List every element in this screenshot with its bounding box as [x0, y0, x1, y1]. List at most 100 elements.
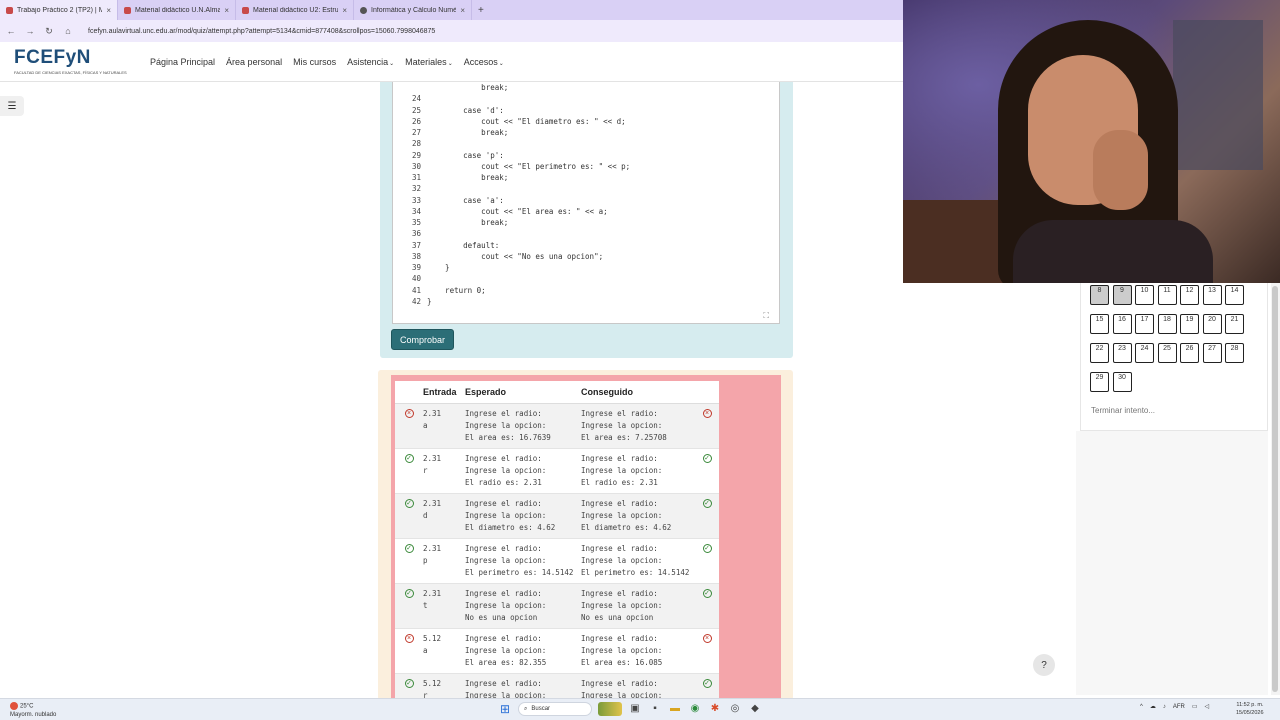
close-tab-icon[interactable]: × [460, 6, 465, 15]
quiz-nav-button[interactable]: 24 [1135, 343, 1154, 363]
result-row: × 5.12 a Ingrese el radio: Ingrese la opci… [395, 628, 719, 674]
entrada-cell: 5.12 a [423, 628, 465, 674]
nav-item[interactable]: Asistencia⌄ [347, 57, 394, 67]
tab-label: Informática y Cálculo Numérico [371, 6, 457, 14]
webcam-shelf [1173, 20, 1263, 170]
status-cell: × [695, 403, 719, 449]
code-line: 37 default: [393, 240, 630, 251]
status-cell: ✓ [395, 493, 423, 539]
chrome-icon[interactable]: ◉ [688, 702, 702, 716]
start-icon[interactable]: ⊞ [498, 702, 512, 716]
entrada-text: 2.31 p [423, 543, 442, 565]
line-number: 35 [411, 218, 421, 227]
code-line: 41 return 0; [393, 285, 630, 296]
conseguido-cell: Ingrese el radio: Ingrese la opcion: El … [581, 403, 695, 449]
reload-icon[interactable]: ↻ [44, 26, 54, 37]
quiz-nav-button[interactable]: 14 [1225, 285, 1244, 305]
quiz-nav-button[interactable]: 12 [1180, 285, 1199, 305]
nav-item[interactable]: Materiales⌄ [405, 57, 453, 67]
search-highlight-image[interactable] [598, 702, 622, 716]
course-index-toggle-icon[interactable]: ☰ [0, 96, 24, 116]
quiz-nav-button[interactable]: 11 [1157, 285, 1177, 305]
conseguido-text: Ingrese el radio: Ingrese la opcion: El … [581, 543, 690, 577]
taskbar-clock[interactable]: 11:52 p. m. 15/05/2026 [1236, 701, 1264, 717]
language-indicator[interactable]: AFR [1173, 704, 1185, 710]
tray-chevron-icon[interactable]: ^ [1140, 704, 1143, 710]
taskbar-search-label: Buscar [531, 706, 551, 712]
quiz-nav-button[interactable]: 16 [1112, 314, 1132, 334]
display-icon[interactable]: ▭ [1192, 703, 1198, 710]
volume-icon[interactable]: ◁ [1205, 703, 1210, 710]
result-row: ✓ 2.31 d Ingrese el radio: Ingrese la opci… [395, 493, 719, 539]
quiz-nav-button[interactable]: 29 [1090, 372, 1109, 392]
code-editor[interactable]: break; 24 25 case 'd': 26 cout << "El diame… [392, 82, 780, 324]
site-logo[interactable]: FCEFyN FACULTAD DE CIENCIAS EXACTAS, FÍS… [14, 47, 127, 75]
esperado-cell: Ingrese el radio: Ingrese la opcion: El … [465, 448, 581, 494]
nav-item[interactable]: Área personal [226, 57, 282, 67]
scrollbar-thumb[interactable] [1272, 286, 1278, 692]
quiz-nav-button[interactable]: 9 [1112, 285, 1132, 305]
quiz-nav-button[interactable]: 25 [1157, 343, 1177, 363]
quiz-nav-button[interactable]: 8 [1090, 285, 1109, 305]
browser-tab[interactable]: Material didáctico U2: Estructuras× [236, 0, 354, 20]
app-icon[interactable]: ✱ [708, 702, 722, 716]
nav-item[interactable]: Accesos⌄ [464, 57, 504, 67]
close-tab-icon[interactable]: × [342, 6, 347, 15]
line-code: case 'p': [427, 150, 504, 160]
mic-icon[interactable]: ♪ [1163, 704, 1166, 710]
help-button[interactable]: ? [1033, 654, 1055, 676]
network-icon[interactable]: ☁ [1150, 703, 1156, 710]
forward-icon[interactable]: → [25, 26, 35, 36]
site-header: FCEFyN FACULTAD DE CIENCIAS EXACTAS, FÍS… [0, 42, 903, 82]
quiz-nav-button[interactable]: 17 [1135, 314, 1154, 334]
line-code: cout << "El diametro es: " << d; [427, 116, 626, 126]
back-icon[interactable]: ← [6, 26, 16, 36]
new-tab-icon[interactable]: + [472, 0, 490, 20]
quiz-nav-button[interactable]: 23 [1112, 343, 1132, 363]
close-tab-icon[interactable]: × [224, 6, 229, 15]
code-line: 40 [393, 273, 630, 284]
browser-tab[interactable]: Trabajo Práctico 2 (TP2) | MYA× [0, 0, 118, 20]
status-cell: ✓ [395, 583, 423, 629]
quiz-nav-button[interactable]: 21 [1225, 314, 1244, 334]
check-circle-icon: ✓ [702, 498, 712, 508]
quiz-nav-button[interactable]: 27 [1202, 343, 1222, 363]
nav-item[interactable]: Página Principal [150, 57, 215, 67]
fullscreen-icon[interactable]: ⛶ [763, 311, 769, 321]
conseguido-header: Conseguido [581, 381, 695, 404]
quiz-nav-button[interactable]: 22 [1090, 343, 1109, 363]
line-code: } [427, 296, 432, 306]
line-number: 27 [411, 128, 421, 137]
home-icon[interactable]: ⌂ [63, 26, 73, 36]
quiz-nav-button[interactable]: 19 [1180, 314, 1199, 334]
weather-widget[interactable]: 25°C Mayorm. nublado [10, 702, 56, 719]
quiz-nav-button[interactable]: 20 [1202, 314, 1222, 334]
quiz-nav-button[interactable]: 10 [1135, 285, 1154, 305]
check-button[interactable]: Comprobar [391, 329, 455, 350]
quiz-nav-button[interactable]: 13 [1202, 285, 1222, 305]
browser-tab[interactable]: Informática y Cálculo Numérico× [354, 0, 472, 20]
app-icon-2[interactable]: ◆ [748, 702, 762, 716]
conseguido-text: Ingrese el radio: Ingrese la opcion: El … [581, 408, 667, 442]
check-circle-icon: ✓ [702, 453, 712, 463]
check-circle-icon: ✓ [404, 588, 414, 598]
cross-circle-icon: × [702, 408, 712, 418]
taskbar: 25°C Mayorm. nublado ⊞ ⌕ Buscar ▣ ▪ ▬ ◉ … [0, 698, 1280, 720]
url-field[interactable]: fcefyn.aulavirtual.unc.edu.ar/mod/quiz/a… [88, 28, 435, 35]
quiz-nav-button[interactable]: 30 [1112, 372, 1132, 392]
line-number: 41 [411, 285, 421, 295]
finish-attempt-link[interactable]: Terminar intento... [1091, 406, 1155, 415]
tab-favicon-icon [360, 6, 367, 14]
quiz-nav-button[interactable]: 26 [1180, 343, 1199, 363]
quiz-nav-button[interactable]: 28 [1225, 343, 1244, 363]
file-explorer-icon[interactable]: ▬ [668, 702, 682, 716]
terminal-icon[interactable]: ▪ [648, 702, 662, 716]
obs-icon[interactable]: ◎ [728, 702, 742, 716]
taskbar-search[interactable]: ⌕ Buscar [518, 702, 592, 716]
browser-tab[interactable]: Material didáctico U.N.Almacenam× [118, 0, 236, 20]
quiz-nav-button[interactable]: 18 [1157, 314, 1177, 334]
close-tab-icon[interactable]: × [106, 6, 111, 15]
nav-item[interactable]: Mis cursos [293, 57, 336, 67]
task-view-icon[interactable]: ▣ [628, 702, 642, 716]
quiz-nav-button[interactable]: 15 [1090, 314, 1109, 334]
